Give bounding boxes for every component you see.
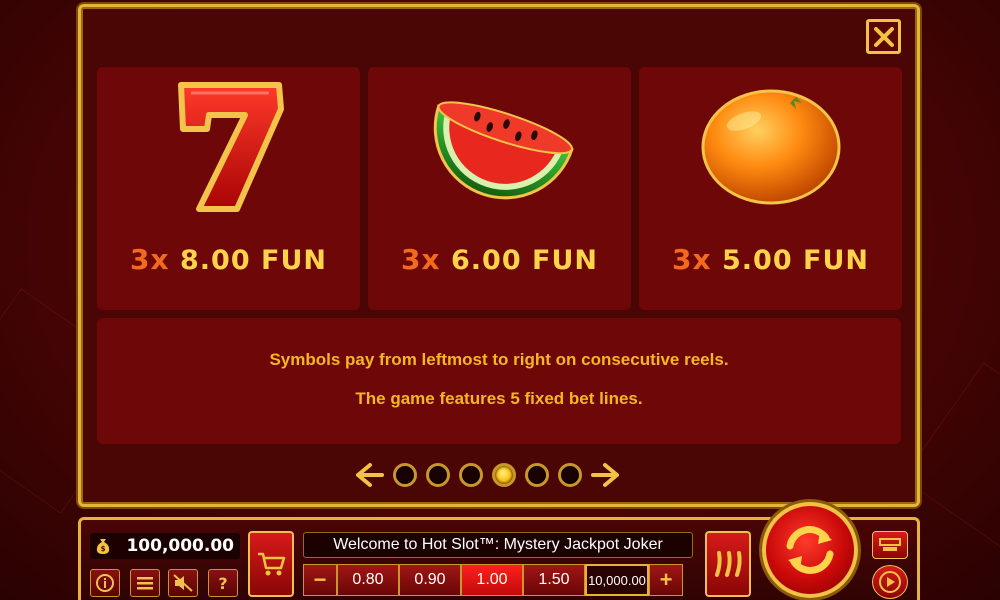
- sound-muted-icon: [173, 574, 193, 592]
- bet-option-selected[interactable]: 1.00: [461, 564, 523, 596]
- menu-icon: [137, 577, 153, 590]
- bet-option[interactable]: 0.90: [399, 564, 461, 596]
- orange-icon: [639, 79, 902, 229]
- info-button[interactable]: [90, 569, 120, 597]
- autoplay-icon: [879, 571, 901, 593]
- lobby-button[interactable]: [872, 531, 908, 559]
- page-dot-active[interactable]: [492, 463, 516, 487]
- message-bar: Welcome to Hot Slot™: Mystery Jackpot Jo…: [303, 532, 693, 558]
- rules-box: Symbols pay from leftmost to right on co…: [97, 318, 901, 444]
- help-icon: ?: [218, 573, 228, 593]
- autoplay-button[interactable]: [872, 565, 908, 599]
- watermelon-icon: [368, 79, 631, 229]
- prev-page-arrow-icon[interactable]: [356, 461, 384, 489]
- payout-amount: 8.00 FUN: [179, 245, 327, 276]
- menu-button[interactable]: [130, 569, 160, 597]
- page-navigation: [356, 461, 619, 489]
- multiplier: 3x: [672, 243, 712, 276]
- paytable-card-orange: 3x 5.00 FUN: [639, 67, 902, 310]
- table-icon: [879, 538, 901, 551]
- payout-amount: 6.00 FUN: [450, 245, 598, 276]
- bet-selector: − 0.80 0.90 1.00 1.50 10,000.00 +: [303, 564, 683, 598]
- mute-button[interactable]: [168, 569, 198, 597]
- next-page-arrow-icon[interactable]: [591, 461, 619, 489]
- shop-button[interactable]: [248, 531, 294, 597]
- page-dot[interactable]: [393, 463, 417, 487]
- hot-chili-button[interactable]: [705, 531, 751, 597]
- rule-text: The game features 5 fixed bet lines.: [355, 389, 643, 408]
- svg-text:$: $: [101, 545, 106, 553]
- payout-label: 3x 6.00 FUN: [368, 243, 631, 276]
- decrease-bet-button[interactable]: −: [303, 564, 337, 596]
- page-dot[interactable]: [525, 463, 549, 487]
- rule-text: Symbols pay from leftmost to right on co…: [269, 350, 729, 369]
- close-button[interactable]: [866, 19, 901, 54]
- page-dot[interactable]: [459, 463, 483, 487]
- bet-option[interactable]: 1.50: [523, 564, 585, 596]
- increase-bet-button[interactable]: +: [649, 564, 683, 596]
- spin-arrows-icon: [786, 526, 834, 574]
- payout-amount: 5.00 FUN: [721, 245, 869, 276]
- payout-label: 3x 5.00 FUN: [639, 243, 902, 276]
- balance-display: $ 100,000.00: [90, 533, 240, 559]
- balance-value: 100,000.00: [126, 536, 234, 556]
- multiplier: 3x: [401, 243, 441, 276]
- max-bet-option[interactable]: 10,000.00: [585, 564, 649, 596]
- multiplier: 3x: [130, 243, 170, 276]
- chili-icon: [715, 551, 742, 577]
- page-dot[interactable]: [558, 463, 582, 487]
- info-icon: [96, 574, 114, 592]
- paytable-card-seven: 3x 8.00 FUN: [97, 67, 360, 310]
- payout-label: 3x 8.00 FUN: [97, 243, 360, 276]
- bet-option[interactable]: 0.80: [337, 564, 399, 596]
- paytable-card-watermelon: 3x 6.00 FUN: [368, 67, 631, 310]
- spin-button[interactable]: [762, 502, 858, 598]
- help-button[interactable]: ?: [208, 569, 238, 597]
- money-bag-icon: $: [96, 539, 110, 554]
- seven-icon: [97, 79, 360, 229]
- page-dot[interactable]: [426, 463, 450, 487]
- cart-icon: [258, 552, 286, 576]
- close-icon: [873, 26, 894, 47]
